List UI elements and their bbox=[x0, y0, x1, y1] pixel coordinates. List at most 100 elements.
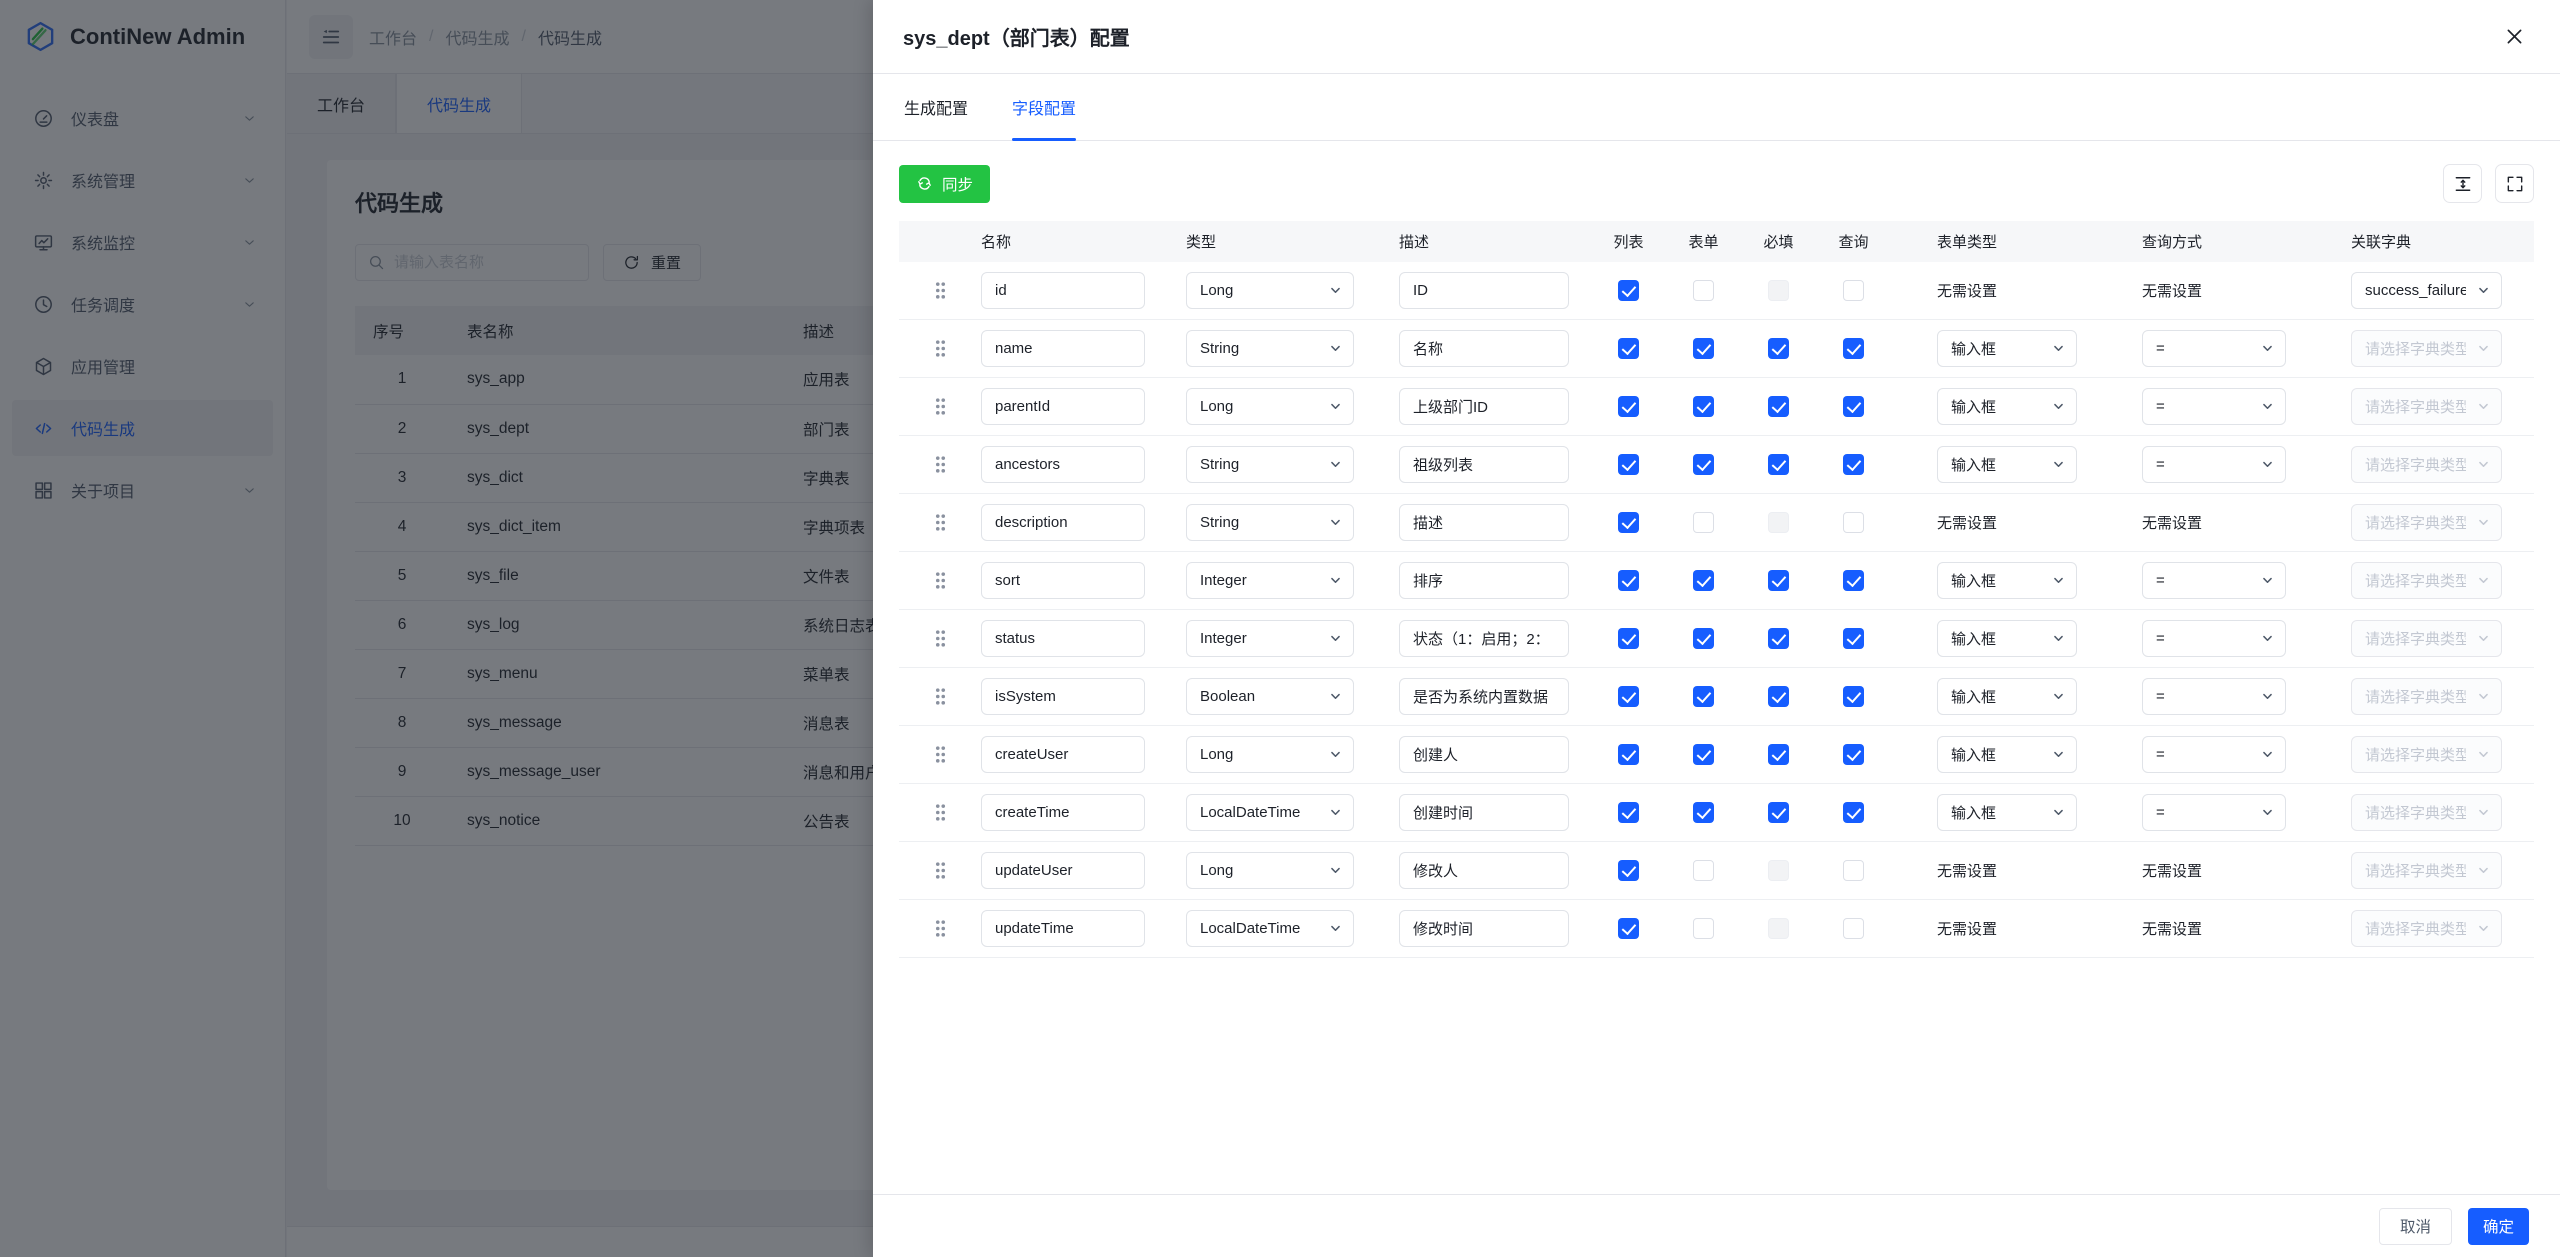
required-checkbox[interactable] bbox=[1768, 338, 1789, 359]
form-checkbox[interactable] bbox=[1693, 396, 1714, 417]
form-checkbox[interactable] bbox=[1693, 628, 1714, 649]
required-checkbox[interactable] bbox=[1768, 686, 1789, 707]
field-type-select[interactable]: LocalDateTime bbox=[1186, 910, 1354, 947]
query-type-select[interactable]: = bbox=[2142, 736, 2286, 773]
field-type-select[interactable]: String bbox=[1186, 446, 1354, 483]
drag-handle-icon[interactable] bbox=[934, 455, 947, 474]
list-checkbox[interactable] bbox=[1618, 280, 1639, 301]
required-checkbox[interactable] bbox=[1768, 396, 1789, 417]
field-desc-input[interactable]: ID bbox=[1399, 272, 1569, 309]
field-type-select[interactable]: Long bbox=[1186, 272, 1354, 309]
field-desc-input[interactable]: 修改人 bbox=[1399, 852, 1569, 889]
field-desc-input[interactable]: 排序 bbox=[1399, 562, 1569, 599]
required-checkbox[interactable] bbox=[1768, 744, 1789, 765]
list-checkbox[interactable] bbox=[1618, 512, 1639, 533]
field-name-input[interactable]: createUser bbox=[981, 736, 1145, 773]
drawer-tab-生成配置[interactable]: 生成配置 bbox=[904, 74, 968, 140]
list-checkbox[interactable] bbox=[1618, 628, 1639, 649]
list-checkbox[interactable] bbox=[1618, 744, 1639, 765]
list-checkbox[interactable] bbox=[1618, 570, 1639, 591]
form-type-select[interactable]: 输入框 bbox=[1937, 388, 2077, 425]
query-checkbox[interactable] bbox=[1843, 628, 1864, 649]
form-type-select[interactable]: 输入框 bbox=[1937, 736, 2077, 773]
field-name-input[interactable]: name bbox=[981, 330, 1145, 367]
form-checkbox[interactable] bbox=[1693, 744, 1714, 765]
query-checkbox[interactable] bbox=[1843, 454, 1864, 475]
list-checkbox[interactable] bbox=[1618, 686, 1639, 707]
field-name-input[interactable]: ancestors bbox=[981, 446, 1145, 483]
field-desc-input[interactable]: 创建时间 bbox=[1399, 794, 1569, 831]
query-checkbox[interactable] bbox=[1843, 396, 1864, 417]
list-checkbox[interactable] bbox=[1618, 860, 1639, 881]
drag-handle-icon[interactable] bbox=[934, 629, 947, 648]
form-checkbox[interactable] bbox=[1693, 280, 1714, 301]
query-checkbox[interactable] bbox=[1843, 860, 1864, 881]
query-checkbox[interactable] bbox=[1843, 280, 1864, 301]
close-icon[interactable] bbox=[2500, 22, 2529, 51]
form-checkbox[interactable] bbox=[1693, 570, 1714, 591]
drag-handle-icon[interactable] bbox=[934, 803, 947, 822]
query-type-select[interactable]: = bbox=[2142, 678, 2286, 715]
cancel-button[interactable]: 取消 bbox=[2378, 1207, 2452, 1245]
required-checkbox[interactable] bbox=[1768, 570, 1789, 591]
drag-handle-icon[interactable] bbox=[934, 513, 947, 532]
field-type-select[interactable]: Long bbox=[1186, 388, 1354, 425]
query-type-select[interactable]: = bbox=[2142, 330, 2286, 367]
drag-handle-icon[interactable] bbox=[934, 571, 947, 590]
required-checkbox[interactable] bbox=[1768, 454, 1789, 475]
field-name-input[interactable]: status bbox=[981, 620, 1145, 657]
field-desc-input[interactable]: 描述 bbox=[1399, 504, 1569, 541]
field-name-input[interactable]: id bbox=[981, 272, 1145, 309]
query-checkbox[interactable] bbox=[1843, 744, 1864, 765]
form-checkbox[interactable] bbox=[1693, 802, 1714, 823]
list-checkbox[interactable] bbox=[1618, 918, 1639, 939]
query-checkbox[interactable] bbox=[1843, 338, 1864, 359]
confirm-button[interactable]: 确定 bbox=[2467, 1207, 2529, 1245]
list-checkbox[interactable] bbox=[1618, 802, 1639, 823]
field-desc-input[interactable]: 状态（1：启用；2： bbox=[1399, 620, 1569, 657]
field-type-select[interactable]: Integer bbox=[1186, 620, 1354, 657]
row-height-icon[interactable] bbox=[2443, 164, 2482, 203]
drag-handle-icon[interactable] bbox=[934, 397, 947, 416]
query-checkbox[interactable] bbox=[1843, 918, 1864, 939]
query-checkbox[interactable] bbox=[1843, 686, 1864, 707]
field-type-select[interactable]: Long bbox=[1186, 736, 1354, 773]
query-type-select[interactable]: = bbox=[2142, 794, 2286, 831]
form-type-select[interactable]: 输入框 bbox=[1937, 794, 2077, 831]
field-type-select[interactable]: Boolean bbox=[1186, 678, 1354, 715]
field-type-select[interactable]: Integer bbox=[1186, 562, 1354, 599]
fullscreen-icon[interactable] bbox=[2495, 164, 2534, 203]
required-checkbox[interactable] bbox=[1768, 628, 1789, 649]
field-name-input[interactable]: sort bbox=[981, 562, 1145, 599]
field-name-input[interactable]: description bbox=[981, 504, 1145, 541]
query-type-select[interactable]: = bbox=[2142, 446, 2286, 483]
query-checkbox[interactable] bbox=[1843, 570, 1864, 591]
form-checkbox[interactable] bbox=[1693, 918, 1714, 939]
drag-handle-icon[interactable] bbox=[934, 919, 947, 938]
field-desc-input[interactable]: 上级部门ID bbox=[1399, 388, 1569, 425]
field-desc-input[interactable]: 名称 bbox=[1399, 330, 1569, 367]
list-checkbox[interactable] bbox=[1618, 454, 1639, 475]
field-name-input[interactable]: updateUser bbox=[981, 852, 1145, 889]
form-checkbox[interactable] bbox=[1693, 512, 1714, 533]
field-type-select[interactable]: Long bbox=[1186, 852, 1354, 889]
query-checkbox[interactable] bbox=[1843, 802, 1864, 823]
dict-select[interactable]: success_failure bbox=[2351, 272, 2502, 309]
list-checkbox[interactable] bbox=[1618, 338, 1639, 359]
form-checkbox[interactable] bbox=[1693, 860, 1714, 881]
drag-handle-icon[interactable] bbox=[934, 745, 947, 764]
form-type-select[interactable]: 输入框 bbox=[1937, 446, 2077, 483]
drag-handle-icon[interactable] bbox=[934, 339, 947, 358]
list-checkbox[interactable] bbox=[1618, 396, 1639, 417]
required-checkbox[interactable] bbox=[1768, 802, 1789, 823]
drag-handle-icon[interactable] bbox=[934, 281, 947, 300]
sync-button[interactable]: 同步 bbox=[899, 164, 991, 203]
drag-handle-icon[interactable] bbox=[934, 861, 947, 880]
field-type-select[interactable]: String bbox=[1186, 504, 1354, 541]
form-type-select[interactable]: 输入框 bbox=[1937, 620, 2077, 657]
form-checkbox[interactable] bbox=[1693, 686, 1714, 707]
query-type-select[interactable]: = bbox=[2142, 620, 2286, 657]
field-desc-input[interactable]: 祖级列表 bbox=[1399, 446, 1569, 483]
drawer-tab-字段配置[interactable]: 字段配置 bbox=[1012, 74, 1077, 141]
field-type-select[interactable]: String bbox=[1186, 330, 1354, 367]
